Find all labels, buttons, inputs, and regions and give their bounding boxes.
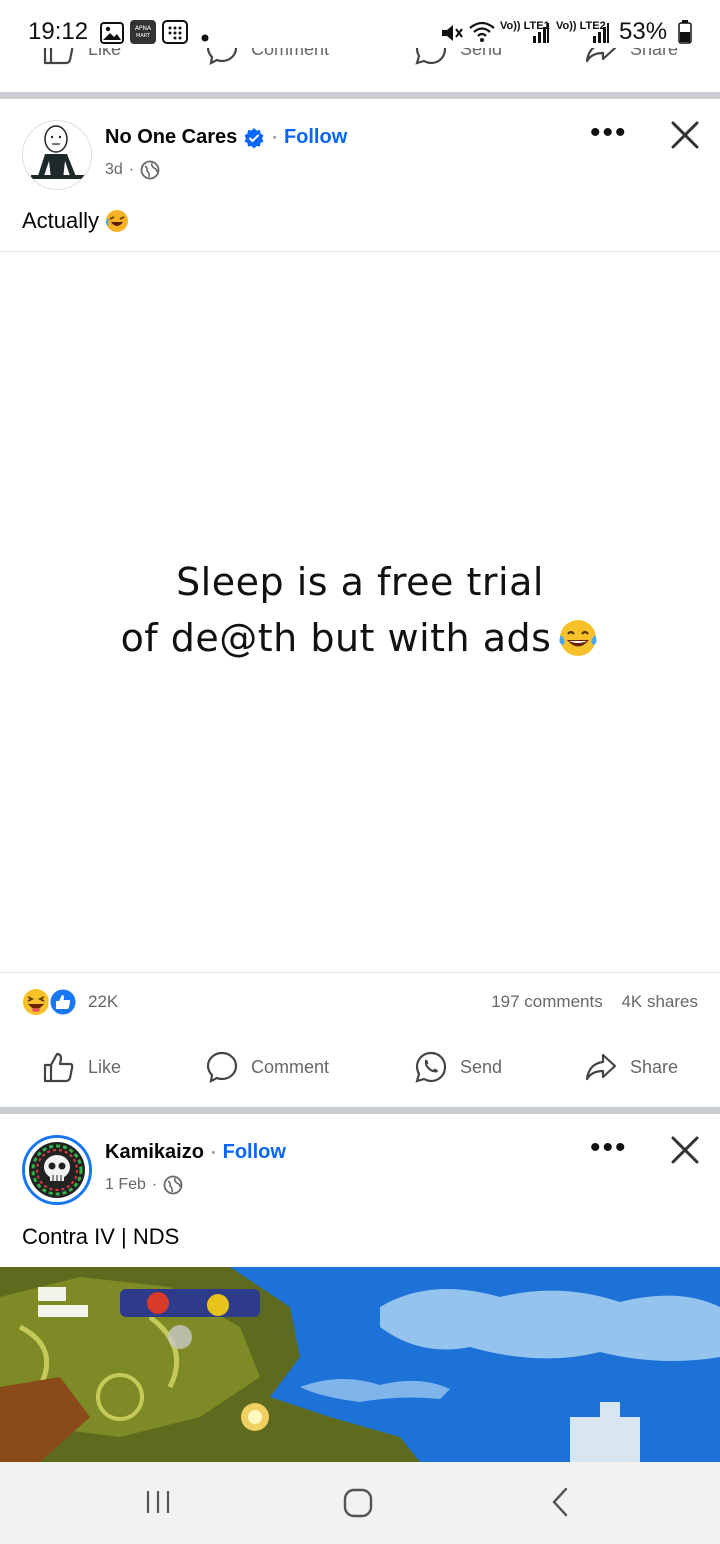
close-post-button[interactable]	[668, 1133, 702, 1172]
follow-button[interactable]: Follow	[223, 1141, 286, 1164]
reaction-count: 22K	[88, 992, 119, 1011]
post-divider	[0, 92, 720, 99]
meme-line-1: Sleep is a free trial	[176, 560, 544, 604]
author-name[interactable]: No One Cares	[105, 126, 237, 149]
comment-icon	[206, 1051, 238, 1083]
signal-2-icon	[592, 22, 610, 49]
separator-dot: ·	[128, 161, 135, 178]
rofl-emoji-icon	[106, 210, 129, 232]
keypad-app-icon	[162, 20, 188, 49]
avatar[interactable]	[22, 120, 92, 190]
share-button[interactable]: Share	[584, 1050, 678, 1084]
battery-icon	[678, 20, 692, 49]
caption-text: Contra IV | NDS	[22, 1224, 180, 1249]
send-label: Send	[460, 1056, 503, 1077]
laughing-tears-emoji-icon	[559, 620, 598, 656]
svg-text:APNA: APNA	[135, 25, 152, 32]
follow-button[interactable]: Follow	[284, 126, 347, 149]
home-icon	[343, 1488, 373, 1518]
wifi-icon	[468, 20, 496, 49]
post-meta: 3d ·	[105, 160, 160, 180]
close-icon	[671, 121, 699, 149]
svg-text:MART: MART	[136, 33, 151, 39]
battery-percent: 53%	[619, 18, 668, 45]
comment-button[interactable]: Comment	[205, 1050, 329, 1084]
signal-1-icon	[532, 22, 550, 49]
engagement-stats: 197 comments 4K shares	[491, 992, 698, 1012]
comment-label: Comment	[251, 1056, 330, 1077]
recent-apps-icon	[146, 1491, 170, 1513]
post-time[interactable]: 3d	[105, 161, 123, 179]
status-time: 19:12	[28, 18, 89, 45]
like-label: Like	[88, 1056, 122, 1077]
notification-dot-icon	[201, 29, 209, 47]
like-button[interactable]: Like	[42, 1050, 121, 1084]
globe-icon	[163, 1175, 183, 1195]
gallery-icon	[100, 22, 124, 49]
avatar[interactable]	[22, 1135, 92, 1205]
reaction-summary[interactable]: 22K	[20, 986, 118, 1018]
post-caption: Contra IV | NDS	[22, 1224, 179, 1250]
post-caption: Actually	[22, 208, 129, 234]
more-options-button[interactable]: •••	[590, 1131, 628, 1165]
post-divider	[0, 1107, 720, 1114]
share-label: Share	[630, 1056, 679, 1077]
shares-count[interactable]: 4K shares	[621, 992, 698, 1011]
globe-icon	[140, 160, 160, 180]
comments-count[interactable]: 197 comments	[491, 992, 603, 1011]
post-author-line: No One Cares · Follow	[105, 126, 347, 149]
back-icon	[552, 1487, 568, 1517]
post-media[interactable]: Sleep is a free trial of de@th but with …	[0, 251, 720, 973]
status-bar: 19:12 APNA MART Vo)) LTE1 Vo)) LTE2 53%	[0, 0, 720, 48]
close-icon	[671, 1136, 699, 1164]
separator-dot: ·	[271, 126, 278, 148]
system-nav-bar	[0, 1462, 720, 1544]
more-options-button[interactable]: •••	[590, 116, 628, 150]
back-button[interactable]	[548, 1486, 572, 1523]
recent-apps-button[interactable]	[144, 1488, 172, 1521]
game-screenshot-image	[0, 1267, 720, 1462]
meme-line-2-row: of de@th but with ads	[0, 616, 720, 660]
like-icon	[43, 1052, 74, 1083]
author-name[interactable]: Kamikaizo	[105, 1141, 204, 1164]
post-media[interactable]	[0, 1267, 720, 1462]
skull-avatar-icon	[25, 1138, 89, 1202]
meme-face-avatar-icon	[23, 121, 91, 189]
separator-dot: ·	[151, 1176, 158, 1193]
post-author-line: Kamikaizo · Follow	[105, 1141, 286, 1164]
post-time[interactable]: 1 Feb	[105, 1176, 146, 1194]
mute-icon	[440, 22, 464, 49]
like-reaction-icon	[48, 987, 78, 1017]
send-button[interactable]: Send	[414, 1050, 502, 1084]
apna-mart-icon: APNA MART	[130, 20, 156, 49]
caption-text: Actually	[22, 208, 100, 233]
home-button[interactable]	[343, 1488, 373, 1523]
close-post-button[interactable]	[668, 118, 702, 157]
share-icon	[585, 1053, 617, 1081]
verified-badge-icon	[244, 127, 264, 148]
post-meta: 1 Feb ·	[105, 1175, 183, 1195]
meme-line-2: of de@th but with ads	[120, 616, 552, 660]
whatsapp-icon	[415, 1051, 447, 1083]
separator-dot: ·	[209, 1141, 217, 1163]
